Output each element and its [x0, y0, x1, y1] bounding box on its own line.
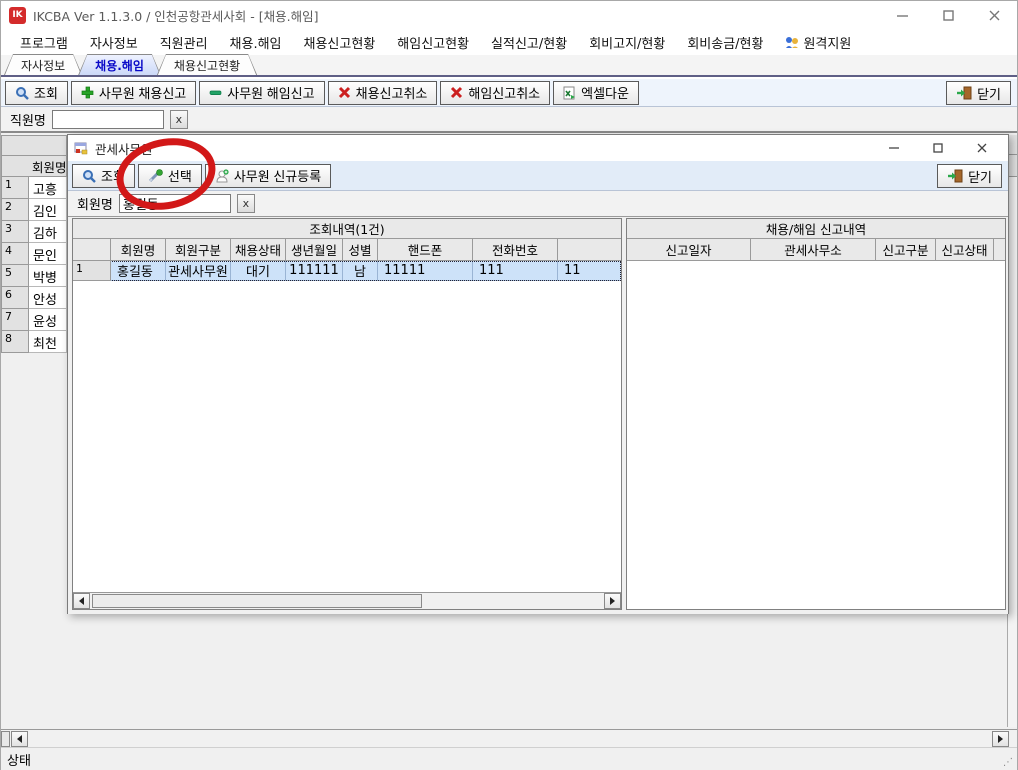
background-member-grid: 회원명 1 고흥 2김인 3김하 4문인 5박병 6안성 7윤성 8최천 [1, 135, 67, 353]
table-row[interactable]: 3김하 [1, 221, 67, 243]
result-grid-header-row: 회원명 회원구분 채용상태 생년월일 성별 핸드폰 전화번호 [73, 239, 621, 261]
maximize-icon[interactable] [925, 1, 971, 29]
dialog-filter-row: 회원명 x [68, 191, 1008, 217]
report-grid-caption: 채용/해임 신고내역 [627, 219, 1005, 239]
scroll-right-icon[interactable] [992, 731, 1009, 747]
minimize-icon[interactable] [879, 1, 925, 29]
report-history-grid: 채용/해임 신고내역 신고일자 관세사무소 신고구분 신고상태 [626, 218, 1006, 610]
dialog-minimize-icon[interactable] [872, 135, 916, 161]
close-window-button[interactable]: 닫기 [946, 81, 1011, 105]
report-grid-header-row: 신고일자 관세사무소 신고구분 신고상태 [627, 239, 1005, 261]
person-add-icon [215, 169, 229, 183]
pane-splitter-handle[interactable] [1, 731, 10, 747]
table-row[interactable]: 6안성 [1, 287, 67, 309]
column-header[interactable]: 전화번호 [473, 239, 558, 261]
table-row[interactable]: 4문인 [1, 243, 67, 265]
table-row[interactable]: 1 홍길동 관세사무원 대기 111111 남 11111 111 11 [73, 261, 621, 281]
column-header[interactable]: 성별 [343, 239, 378, 261]
form-icon [74, 141, 89, 155]
remote-support-icon [785, 36, 799, 49]
column-header[interactable]: 신고구분 [876, 239, 936, 261]
menu-dismiss-report-status[interactable]: 해임신고현황 [386, 33, 480, 52]
clear-member-name-button[interactable]: x [237, 194, 255, 213]
column-header[interactable]: 회원구분 [166, 239, 231, 261]
result-grid-caption: 조회내역(1건) [73, 219, 621, 239]
dialog-maximize-icon[interactable] [916, 135, 960, 161]
hire-cancel-button[interactable]: 채용신고취소 [328, 81, 438, 105]
menu-company-info[interactable]: 자사정보 [79, 33, 149, 52]
status-text: 상태 [7, 750, 31, 769]
table-row[interactable]: 8최천 [1, 331, 67, 353]
menu-program[interactable]: 프로그램 [9, 33, 79, 52]
dismiss-report-button[interactable]: 사무원 해임신고 [199, 81, 324, 105]
menu-fee-remittance[interactable]: 회비송금/현황 [676, 33, 774, 52]
menu-fee-notice[interactable]: 회비고지/현황 [578, 33, 676, 52]
member-name-label: 회원명 [77, 194, 113, 213]
door-exit-icon [956, 86, 972, 100]
member-name-column-header: 회원명 [1, 155, 67, 177]
resize-grip[interactable] [1003, 757, 1015, 769]
window-title: IKCBA Ver 1.1.3.0 / 인천공항관세사회 - [채용.해임] [33, 6, 319, 25]
grid-corner-cell [1, 135, 67, 155]
search-icon [82, 169, 96, 183]
main-filter-row: 직원명 x [1, 107, 1017, 133]
search-button[interactable]: 조회 [5, 81, 68, 105]
column-header[interactable]: 핸드폰 [378, 239, 473, 261]
excel-download-button[interactable]: 엑셀다운 [553, 81, 639, 105]
close-icon[interactable] [971, 1, 1017, 29]
door-exit-icon [947, 169, 963, 183]
column-header[interactable]: 신고상태 [936, 239, 994, 261]
excel-icon [563, 86, 576, 100]
main-horizontal-scrollbar[interactable] [1, 729, 1017, 747]
dialog-body: 조회내역(1건) 회원명 회원구분 채용상태 생년월일 성별 핸드폰 전화번호 … [68, 217, 1008, 614]
menu-remote-support[interactable]: 원격지원 [774, 33, 862, 52]
tab-company-info[interactable]: 자사정보 [4, 54, 82, 75]
table-row[interactable]: 7윤성 [1, 309, 67, 331]
scroll-right-icon[interactable] [604, 593, 621, 609]
search-icon [15, 86, 29, 100]
tab-hire-report-status[interactable]: 채용신고현황 [157, 54, 257, 75]
column-header[interactable]: 회원명 [111, 239, 166, 261]
menubar: 프로그램 자사정보 직원관리 채용.해임 채용신고현황 해임신고현황 실적신고/… [1, 29, 1017, 55]
customs-clerk-dialog: 관세사무원 조회 선택 사무원 신규등록 닫기 [67, 134, 1009, 614]
employee-name-label: 직원명 [10, 110, 46, 129]
dialog-close-icon[interactable] [960, 135, 1004, 161]
register-clerk-button[interactable]: 사무원 신규등록 [205, 164, 331, 188]
titlebar: IK IKCBA Ver 1.1.3.0 / 인천공항관세사회 - [채용.해임… [1, 1, 1017, 29]
column-header[interactable]: 채용상태 [231, 239, 286, 261]
red-x-icon [450, 86, 463, 99]
minus-icon [209, 86, 222, 99]
table-row[interactable]: 1 고흥 [1, 177, 67, 199]
menu-staff-management[interactable]: 직원관리 [149, 33, 219, 52]
column-header[interactable]: 관세사무소 [751, 239, 876, 261]
employee-name-input[interactable] [52, 110, 164, 129]
tabstrip: 자사정보 채용.해임 채용신고현황 [1, 55, 1017, 77]
plus-icon [81, 86, 94, 99]
dismiss-cancel-button[interactable]: 해임신고취소 [440, 81, 550, 105]
tab-hire-dismiss[interactable]: 채용.해임 [78, 54, 161, 75]
result-grid-horizontal-scrollbar[interactable] [73, 592, 621, 609]
menu-hire-report-status[interactable]: 채용신고현황 [293, 33, 387, 52]
hire-report-button[interactable]: 사무원 채용신고 [71, 81, 196, 105]
menu-hire-dismiss[interactable]: 채용.해임 [219, 33, 293, 52]
table-row[interactable]: 2김인 [1, 199, 67, 221]
column-header[interactable]: 신고일자 [627, 239, 751, 261]
column-header[interactable]: 생년월일 [286, 239, 343, 261]
main-toolbar: 조회 사무원 채용신고 사무원 해임신고 채용신고취소 해임신고취소 엑셀다운 … [1, 79, 1017, 107]
statusbar: 상태 [1, 747, 1017, 770]
main-window: IK IKCBA Ver 1.1.3.0 / 인천공항관세사회 - [채용.해임… [0, 0, 1018, 770]
table-row[interactable]: 5박병 [1, 265, 67, 287]
clear-employee-name-button[interactable]: x [170, 110, 188, 129]
scroll-left-icon[interactable] [73, 593, 90, 609]
menu-performance-report[interactable]: 실적신고/현황 [480, 33, 578, 52]
scroll-thumb[interactable] [92, 594, 422, 608]
red-x-icon [338, 86, 351, 99]
search-result-grid: 조회내역(1건) 회원명 회원구분 채용상태 생년월일 성별 핸드폰 전화번호 … [72, 218, 622, 610]
dialog-close-button[interactable]: 닫기 [937, 164, 1002, 188]
app-logo-icon: IK [9, 7, 26, 24]
scroll-left-icon[interactable] [11, 731, 28, 747]
